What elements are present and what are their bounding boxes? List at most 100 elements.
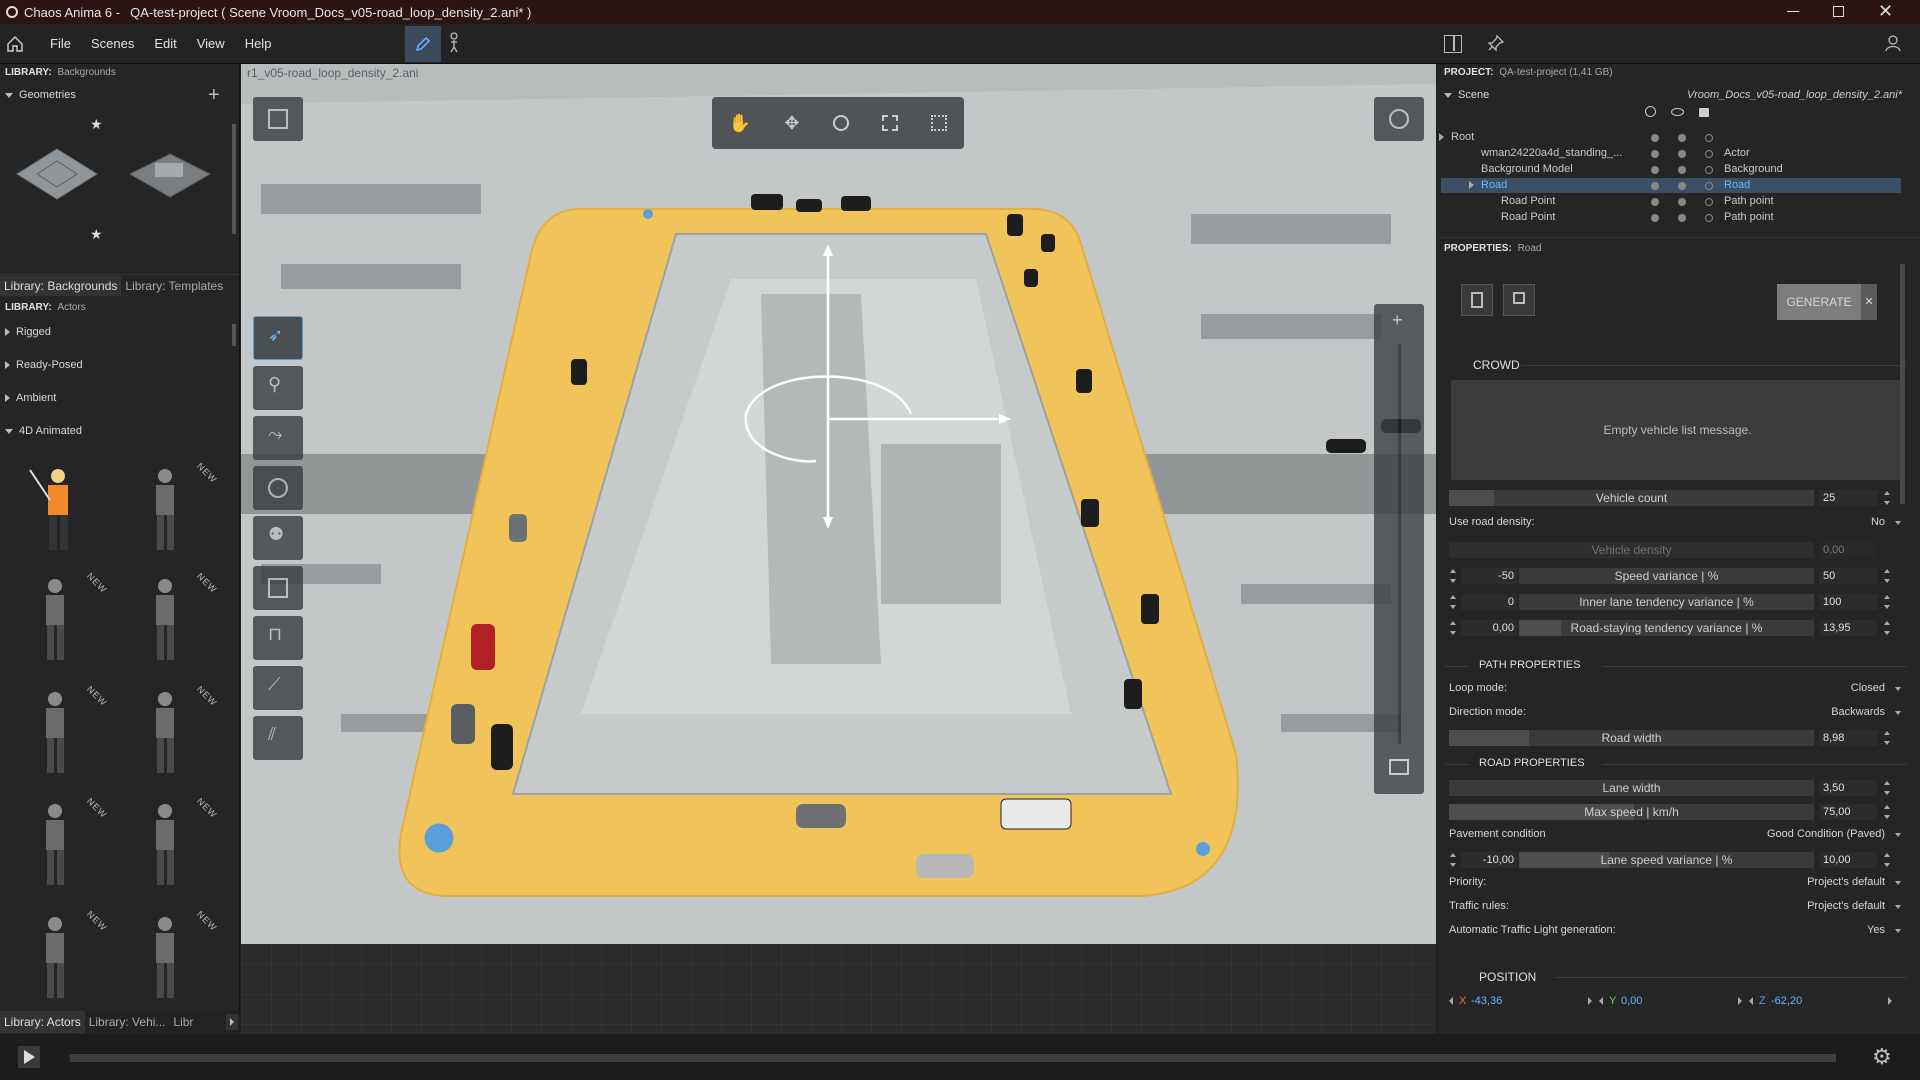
orbit-icon[interactable]: ✥	[784, 113, 799, 134]
lane-speed-slider[interactable]: Lane speed variance | %	[1519, 852, 1814, 868]
stepper-icon[interactable]	[1883, 491, 1891, 505]
arrow-left-icon[interactable]	[1449, 997, 1453, 1005]
visibility-dot-icon[interactable]	[1651, 134, 1659, 142]
undo-view-button[interactable]	[1374, 97, 1424, 141]
lane-speed-min[interactable]: -10,00	[1461, 852, 1517, 868]
actor-tool[interactable]: ⚲	[253, 366, 303, 410]
3d-viewport[interactable]: r1_v05-road_loop_density_2.ani ✋ ✥ ➶ ⚲ ⤳…	[241, 64, 1436, 1034]
timeline-track[interactable]	[70, 1054, 1836, 1062]
frame-all-icon[interactable]	[931, 115, 948, 131]
scene-tree-row[interactable]: Root	[1439, 130, 1901, 145]
actor-thumbnail[interactable]	[130, 570, 200, 670]
eye-dot-icon[interactable]	[1678, 198, 1686, 206]
pan-hand-icon[interactable]: ✋	[729, 113, 751, 134]
visibility-dot-icon[interactable]	[1651, 214, 1659, 222]
traffic-light-row[interactable]: Automatic Traffic Light generation: Yes	[1445, 924, 1911, 942]
favorite-icon[interactable]: ★	[90, 116, 103, 133]
tab-more[interactable]: Libr	[169, 1015, 197, 1029]
eye-dot-icon[interactable]	[1678, 150, 1686, 158]
lock-icon[interactable]	[1699, 108, 1709, 117]
geometry-thumb-2[interactable]	[125, 139, 215, 209]
vehicle-edit-button[interactable]	[1503, 284, 1535, 316]
tab-vehicles[interactable]: Library: Vehi...	[85, 1015, 170, 1029]
panel-layout-icon[interactable]	[1444, 35, 1462, 53]
actor-thumbnail[interactable]	[20, 460, 90, 560]
zoom-extents-icon[interactable]	[882, 115, 899, 131]
pavement-condition-row[interactable]: Pavement condition Good Condition (Paved…	[1445, 828, 1911, 846]
grid-toggle-icon[interactable]	[1389, 759, 1409, 775]
generate-button[interactable]: GENERATE	[1777, 284, 1861, 320]
geometries-section[interactable]: Geometries	[5, 89, 76, 101]
actor-thumbnail[interactable]	[130, 795, 200, 895]
eye-dot-icon[interactable]	[1678, 166, 1686, 174]
category-ambient[interactable]: Ambient	[5, 392, 56, 404]
vehicle-list[interactable]: Empty vehicle list message.	[1451, 380, 1904, 480]
menu-help[interactable]: Help	[235, 36, 282, 51]
vehicle-count-input[interactable]: 25	[1819, 490, 1877, 506]
elevator-tool[interactable]	[253, 566, 303, 610]
stepper-icon[interactable]	[1449, 595, 1457, 609]
lane-speed-max[interactable]: 10,00	[1819, 852, 1877, 868]
plus-icon[interactable]: +	[1392, 310, 1403, 331]
minimize-button[interactable]	[1787, 11, 1799, 12]
menu-file[interactable]: File	[40, 36, 81, 51]
geometry-thumb-1[interactable]	[12, 139, 102, 209]
stepper-icon[interactable]	[1449, 569, 1457, 583]
actor-thumbnail[interactable]	[20, 570, 90, 670]
scene-tree-row[interactable]: wman24220a4d_standing_... Actor	[1441, 146, 1901, 161]
tabs-scroll-right-icon[interactable]	[226, 1014, 238, 1030]
stepper-icon[interactable]	[1883, 731, 1891, 745]
lock-ring-icon[interactable]	[1705, 134, 1713, 142]
actor-mode-button[interactable]	[445, 32, 463, 54]
seating-tool[interactable]: ⊓	[253, 616, 303, 660]
menu-edit[interactable]: Edit	[144, 36, 186, 51]
arrow-left-icon[interactable]	[1599, 997, 1603, 1005]
scrollbar[interactable]	[232, 124, 236, 234]
maximize-button[interactable]	[1833, 6, 1844, 17]
actor-thumbnail[interactable]	[20, 795, 90, 895]
select-move-tool[interactable]: ➶	[253, 316, 303, 360]
arrow-right-icon[interactable]	[1588, 997, 1592, 1005]
scene-section[interactable]: Scene	[1444, 89, 1489, 101]
eye-icon[interactable]	[1671, 108, 1684, 116]
visibility-dot-icon[interactable]	[1651, 182, 1659, 190]
stepper-icon[interactable]	[1449, 853, 1457, 867]
play-button[interactable]	[18, 1046, 40, 1068]
lock-ring-icon[interactable]	[1705, 182, 1713, 190]
scrollbar[interactable]	[232, 324, 236, 346]
category-ready-posed[interactable]: Ready-Posed	[5, 359, 83, 371]
generate-close-button[interactable]: ✕	[1861, 284, 1877, 320]
camera-view-button[interactable]	[253, 97, 303, 141]
category-rigged[interactable]: Rigged	[5, 326, 51, 338]
scene-tree-row[interactable]: Road Point Path point	[1441, 210, 1901, 225]
stepper-icon[interactable]	[1883, 781, 1891, 795]
tab-actors[interactable]: Library: Actors	[0, 1011, 85, 1033]
lock-ring-icon[interactable]	[1705, 214, 1713, 222]
stepper-icon[interactable]	[1883, 595, 1891, 609]
scene-tree-row[interactable]: Road Point Path point	[1441, 194, 1901, 209]
stepper-icon[interactable]	[1883, 569, 1891, 583]
settings-gear-icon[interactable]: ⚙	[1872, 1044, 1892, 1070]
inner-lane-slider[interactable]: Inner lane tendency variance | %	[1519, 594, 1814, 610]
add-icon[interactable]: +	[208, 84, 220, 107]
vehicle-mode-button[interactable]	[1461, 284, 1493, 316]
escalator-tool[interactable]: ⟋	[253, 666, 303, 710]
scrollbar[interactable]	[1900, 264, 1905, 504]
path-tool[interactable]: ⤳	[253, 416, 303, 460]
traffic-rules-row[interactable]: Traffic rules: Project's default	[1445, 900, 1911, 918]
vehicle-count-slider[interactable]: Vehicle count	[1449, 490, 1814, 506]
speed-variance-slider[interactable]: Speed variance | %	[1519, 568, 1814, 584]
arrow-right-icon[interactable]	[1738, 997, 1742, 1005]
zoom-icon[interactable]	[832, 115, 849, 131]
eye-dot-icon[interactable]	[1678, 182, 1686, 190]
user-icon[interactable]	[1884, 34, 1902, 52]
actor-thumbnail[interactable]	[130, 683, 200, 783]
favorite-icon[interactable]: ★	[90, 226, 103, 243]
stepper-icon[interactable]	[1883, 621, 1891, 635]
position-y-field[interactable]: Y 0,00	[1597, 993, 1742, 1011]
road-width-input[interactable]: 8,98	[1819, 730, 1877, 746]
road-width-slider[interactable]: Road width	[1449, 730, 1814, 746]
road-staying-max[interactable]: 13,95	[1819, 620, 1877, 636]
eye-dot-icon[interactable]	[1678, 214, 1686, 222]
lane-width-input[interactable]: 3,50	[1819, 780, 1877, 796]
